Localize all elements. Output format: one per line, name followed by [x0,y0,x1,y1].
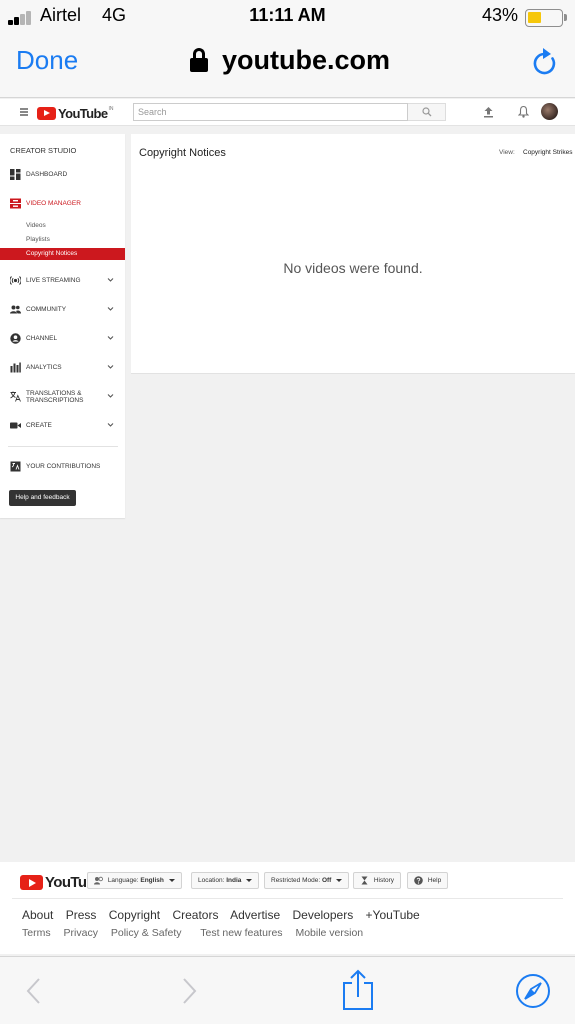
footer-link-press[interactable]: Press [66,908,97,922]
video-manager-icon [10,198,21,209]
help-button[interactable]: Help [407,872,449,889]
sidebar-item-your-contributions[interactable]: YOUR CONTRIBUTIONS [0,459,125,475]
forward-chevron-icon[interactable] [182,977,198,1005]
notification-bell-icon[interactable] [518,105,529,118]
dashboard-icon [10,169,21,180]
footer-link-terms[interactable]: Terms [22,927,51,939]
analytics-icon [10,362,21,373]
footer-link-about[interactable]: About [22,908,53,922]
back-chevron-icon[interactable] [25,977,41,1005]
sidebar-item-live-streaming[interactable]: LIVE STREAMING [0,273,125,289]
page-title: Copyright Notices [139,147,226,159]
sidebar-divider [8,446,118,447]
footer-link-developers[interactable]: Developers [293,908,354,922]
footer-link-copyright[interactable]: Copyright [109,908,160,922]
sidebar-item-create[interactable]: CREATE [0,418,125,434]
youtube-play-icon [20,875,43,890]
sidebar-item-channel[interactable]: CHANNEL [0,331,125,347]
compass-icon[interactable] [515,973,551,1009]
menu-icon[interactable] [20,108,28,116]
help-icon [414,875,423,885]
footer-link-advertise[interactable]: Advertise [230,908,280,922]
footer-link-creators[interactable]: Creators [172,908,218,922]
footer-divider [12,898,563,899]
footer-link-mobile-version[interactable]: Mobile version [295,927,363,939]
lock-icon [190,48,208,72]
community-icon [10,305,21,314]
search-icon [422,107,432,117]
sidebar-item-community[interactable]: COMMUNITY [0,302,125,318]
location-button[interactable]: Location: India [191,872,260,889]
hourglass-icon [361,876,368,885]
battery-icon [525,9,567,27]
contributions-icon [10,461,21,472]
youtube-play-icon [37,107,56,120]
address-bar[interactable]: youtube.com [190,44,390,76]
sidebar-subitem-videos[interactable]: Videos [0,220,125,232]
chevron-down-icon [107,307,114,311]
battery-percent: 43% [482,5,519,25]
chevron-down-icon [107,394,114,398]
avatar[interactable] [541,103,558,120]
sidebar-item-translations[interactable]: TRANSLATIONS & TRANSCRIPTIONS [0,389,125,405]
video-camera-icon [10,422,21,429]
translate-icon [10,391,21,402]
status-bar: Airtel 4G 11:11 AM 43% [0,4,575,28]
help-and-feedback-button[interactable]: Help and feedback [9,490,76,506]
view-selector[interactable]: Copyright Strikes [523,149,573,156]
search-button[interactable] [408,103,446,121]
footer-link-policy-safety[interactable]: Policy & Safety [111,927,182,939]
youtube-footer: YouTube Language: English Location: Indi… [0,862,575,954]
footer-link-test-new-features[interactable]: Test new features [200,927,282,939]
chevron-down-icon [107,365,114,369]
copyright-notices-panel: Copyright Notices View: Copyright Strike… [131,134,575,374]
sidebar-item-analytics[interactable]: ANALYTICS [0,360,125,376]
battery-level-fill [528,12,541,23]
footer-link-privacy[interactable]: Privacy [64,927,98,939]
browser-bottom-toolbar [0,956,575,1024]
youtube-masthead: YouTube IN Search [0,99,575,126]
browser-top-bar: Airtel 4G 11:11 AM 43% Done youtube.com [0,0,575,98]
youtube-logo[interactable]: YouTube IN [37,106,113,121]
language-icon [94,876,103,885]
sidebar-item-dashboard[interactable]: DASHBOARD [0,167,125,183]
chevron-down-icon [107,423,114,427]
language-button[interactable]: Language: English [87,872,182,889]
footer-link-plus-youtube[interactable]: +YouTube [366,908,420,922]
done-button[interactable]: Done [16,45,78,76]
sidebar-subitem-playlists[interactable]: Playlists [0,234,125,246]
sidebar-item-video-manager[interactable]: VIDEO MANAGER [0,196,125,212]
footer-secondary-links: Terms Privacy Policy & Safety Test new f… [22,927,373,939]
channel-icon [10,333,21,344]
footer-primary-links: About Press Copyright Creators Advertise… [22,908,429,922]
restricted-mode-button[interactable]: Restricted Mode: Off [264,872,350,889]
empty-state-message: No videos were found. [283,260,423,276]
creator-studio-sidebar: CREATOR STUDIO DASHBOARD VIDEO MANAGER V… [0,134,125,518]
view-label: View: [499,149,515,156]
reload-icon[interactable] [530,46,558,76]
chevron-down-icon [107,336,114,340]
chevron-down-icon [107,278,114,282]
sidebar-subitem-copyright-notices[interactable]: Copyright Notices [0,248,125,260]
history-button[interactable]: History [353,872,402,889]
search-input[interactable]: Search [133,103,408,121]
share-icon[interactable] [342,969,374,1011]
live-streaming-icon [10,276,21,285]
upload-icon[interactable] [483,106,494,118]
page-domain: youtube.com [222,44,391,75]
sidebar-title: CREATOR STUDIO [10,146,77,155]
